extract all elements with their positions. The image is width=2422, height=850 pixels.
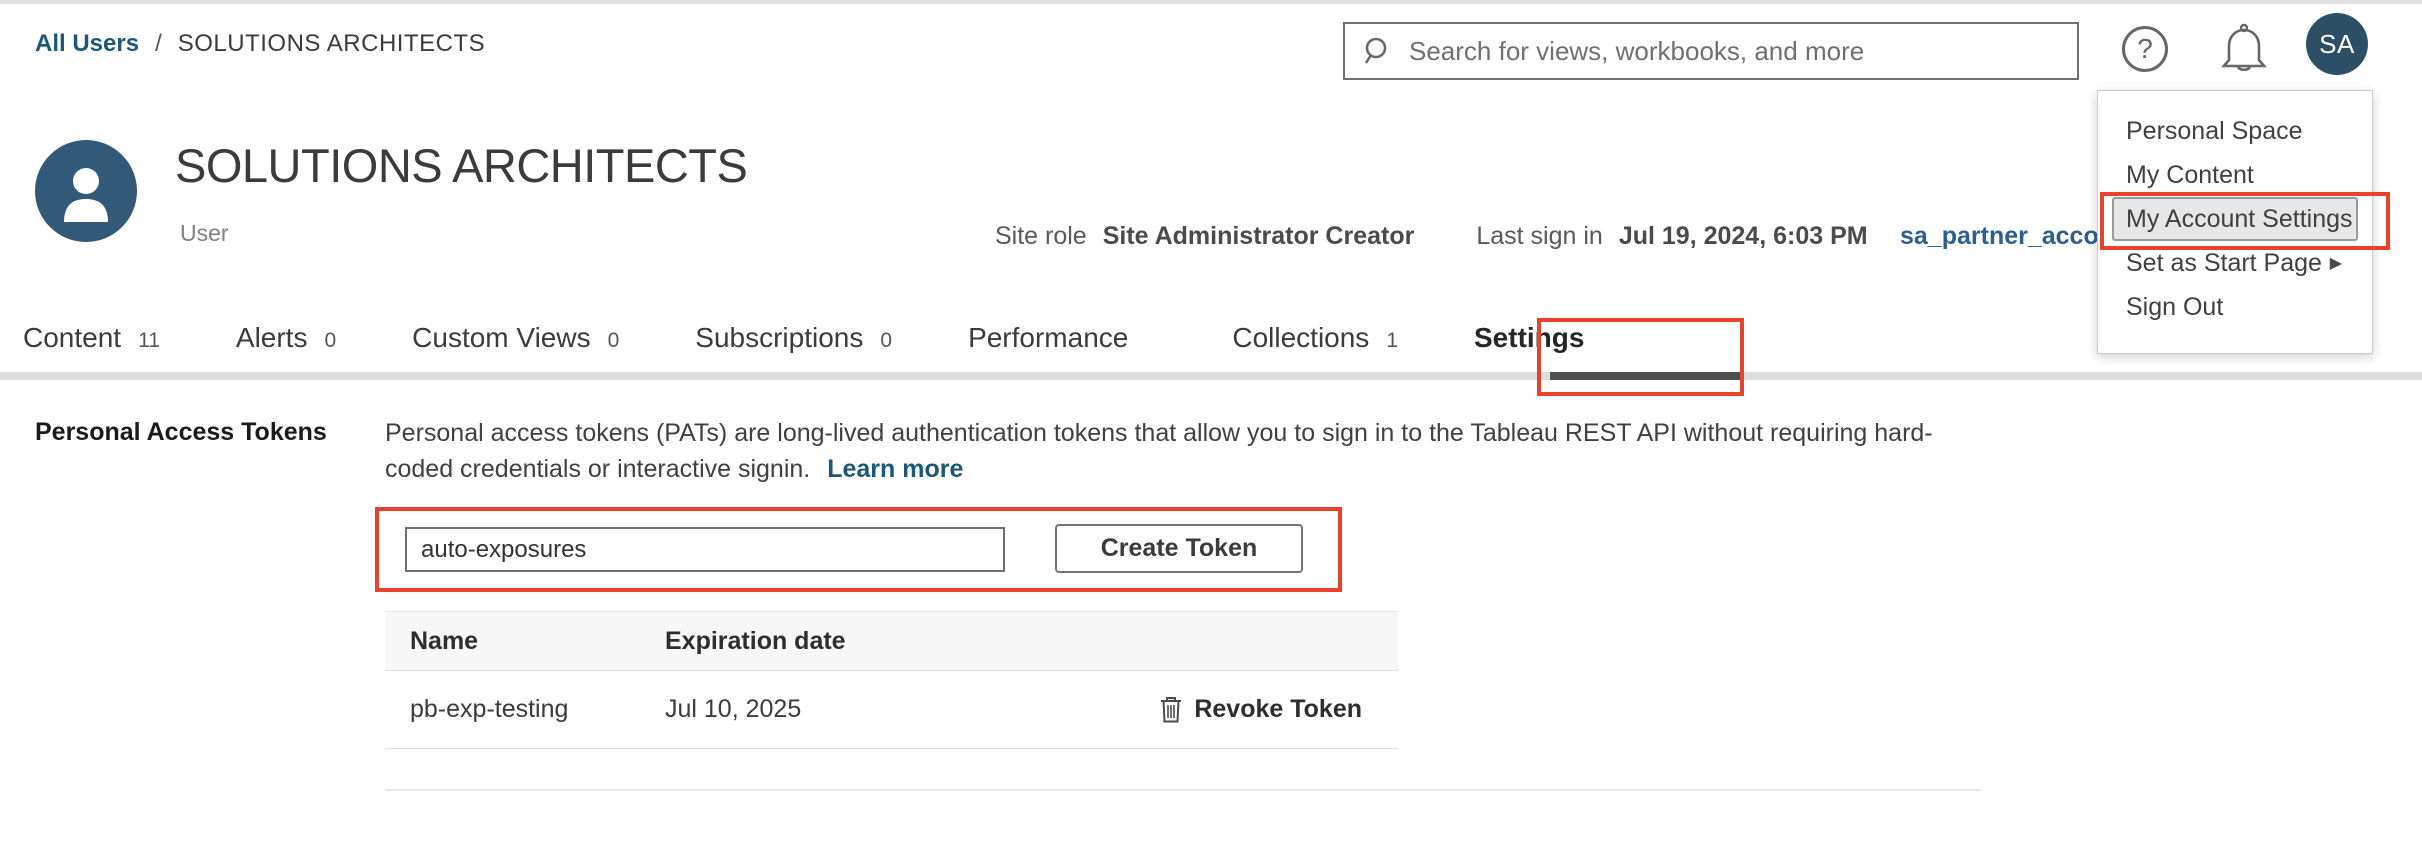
help-icon[interactable]: ?	[2122, 26, 2168, 72]
tab-custom-views[interactable]: Custom Views 0	[412, 322, 619, 354]
tab-label: Content	[23, 322, 121, 354]
tab-count: 0	[324, 329, 336, 353]
help-glyph: ?	[2137, 33, 2153, 65]
site-role-label: Site role	[995, 222, 1087, 251]
pat-section-heading: Personal Access Tokens	[35, 418, 327, 447]
menu-item-my-account-settings[interactable]: My Account Settings	[2112, 197, 2358, 241]
tab-subscriptions[interactable]: Subscriptions 0	[695, 322, 892, 354]
tab-label: Alerts	[236, 322, 308, 354]
profile-subtitle: User	[180, 220, 229, 247]
column-header-name: Name	[385, 627, 665, 656]
column-header-expiration: Expiration date	[665, 627, 1095, 656]
pat-description: Personal access tokens (PATs) are long-l…	[385, 415, 1985, 487]
active-tab-underline	[1550, 372, 1741, 380]
tab-count: 0	[880, 329, 892, 353]
menu-item-label: Sign Out	[2126, 293, 2223, 322]
breadcrumb-separator: /	[155, 30, 162, 58]
token-table: Name Expiration date pb-exp-testing Jul …	[385, 611, 1398, 749]
tab-collections[interactable]: Collections 1	[1232, 322, 1398, 354]
table-row: pb-exp-testing Jul 10, 2025 Revoke Token	[385, 671, 1398, 749]
menu-item-sign-out[interactable]: Sign Out	[2098, 285, 2372, 329]
tab-count: 0	[608, 329, 620, 353]
tabbar-track	[0, 372, 2422, 380]
menu-item-label: Personal Space	[2126, 117, 2303, 146]
search-input[interactable]	[1407, 35, 2077, 68]
tab-performance[interactable]: Performance	[968, 322, 1128, 354]
breadcrumb-all-users-link[interactable]: All Users	[35, 30, 139, 58]
last-sign-in-label: Last sign in	[1476, 222, 1602, 251]
learn-more-link[interactable]: Learn more	[827, 455, 963, 483]
site-role-value: Site Administrator Creator	[1103, 222, 1415, 251]
last-sign-in-value: Jul 19, 2024, 6:03 PM	[1619, 222, 1868, 251]
tab-alerts[interactable]: Alerts 0	[236, 322, 336, 354]
avatar-initials: SA	[2319, 29, 2355, 60]
section-divider	[385, 789, 1980, 791]
token-table-header: Name Expiration date	[385, 611, 1398, 671]
tab-content[interactable]: Content 11	[23, 322, 160, 354]
tab-label: Settings	[1474, 322, 1584, 354]
top-divider	[0, 0, 2422, 4]
search-bar[interactable]	[1343, 22, 2079, 80]
token-action-cell: Revoke Token	[1095, 695, 1398, 724]
menu-item-my-content[interactable]: My Content	[2098, 153, 2372, 197]
revoke-token-button[interactable]: Revoke Token	[1160, 695, 1362, 724]
token-name-cell: pb-exp-testing	[385, 695, 665, 724]
profile-tabs: Content 11 Alerts 0 Custom Views 0 Subsc…	[23, 322, 1660, 354]
profile-avatar	[35, 140, 137, 242]
tab-label: Subscriptions	[695, 322, 863, 354]
tab-count: 11	[138, 329, 160, 353]
trash-icon	[1160, 696, 1182, 723]
menu-item-label: Set as Start Page	[2126, 249, 2322, 278]
menu-item-label: My Account Settings	[2126, 205, 2353, 234]
notifications-bell-icon[interactable]	[2218, 22, 2270, 78]
user-avatar-button[interactable]: SA	[2306, 13, 2368, 75]
tab-label: Collections	[1232, 322, 1369, 354]
create-token-button[interactable]: Create Token	[1055, 524, 1303, 573]
tab-label: Performance	[968, 322, 1128, 354]
profile-meta: Site role Site Administrator Creator Las…	[995, 222, 1868, 251]
tab-settings[interactable]: Settings	[1474, 322, 1584, 354]
page-title: SOLUTIONS ARCHITECTS	[175, 138, 747, 193]
person-icon	[35, 140, 137, 242]
token-name-input[interactable]	[405, 527, 1005, 572]
menu-item-label: My Content	[2126, 161, 2254, 190]
menu-item-personal-space[interactable]: Personal Space	[2098, 109, 2372, 153]
breadcrumb: All Users / SOLUTIONS ARCHITECTS	[35, 30, 485, 58]
tab-count: 1	[1386, 329, 1398, 353]
breadcrumb-current: SOLUTIONS ARCHITECTS	[178, 30, 485, 58]
tableau-user-settings-page: All Users / SOLUTIONS ARCHITECTS ? SA Pe…	[0, 0, 2422, 850]
menu-item-set-as-start-page[interactable]: Set as Start Page ▶	[2098, 241, 2372, 285]
account-username-link[interactable]: sa_partner_accou	[1900, 222, 2114, 251]
revoke-token-label: Revoke Token	[1194, 695, 1362, 724]
account-menu: Personal Space My Content My Account Set…	[2097, 90, 2373, 354]
token-expiration-cell: Jul 10, 2025	[665, 695, 1095, 724]
submenu-arrow-icon: ▶	[2330, 253, 2342, 273]
tab-label: Custom Views	[412, 322, 590, 354]
search-icon	[1363, 36, 1393, 66]
pat-description-text: Personal access tokens (PATs) are long-l…	[385, 419, 1933, 483]
